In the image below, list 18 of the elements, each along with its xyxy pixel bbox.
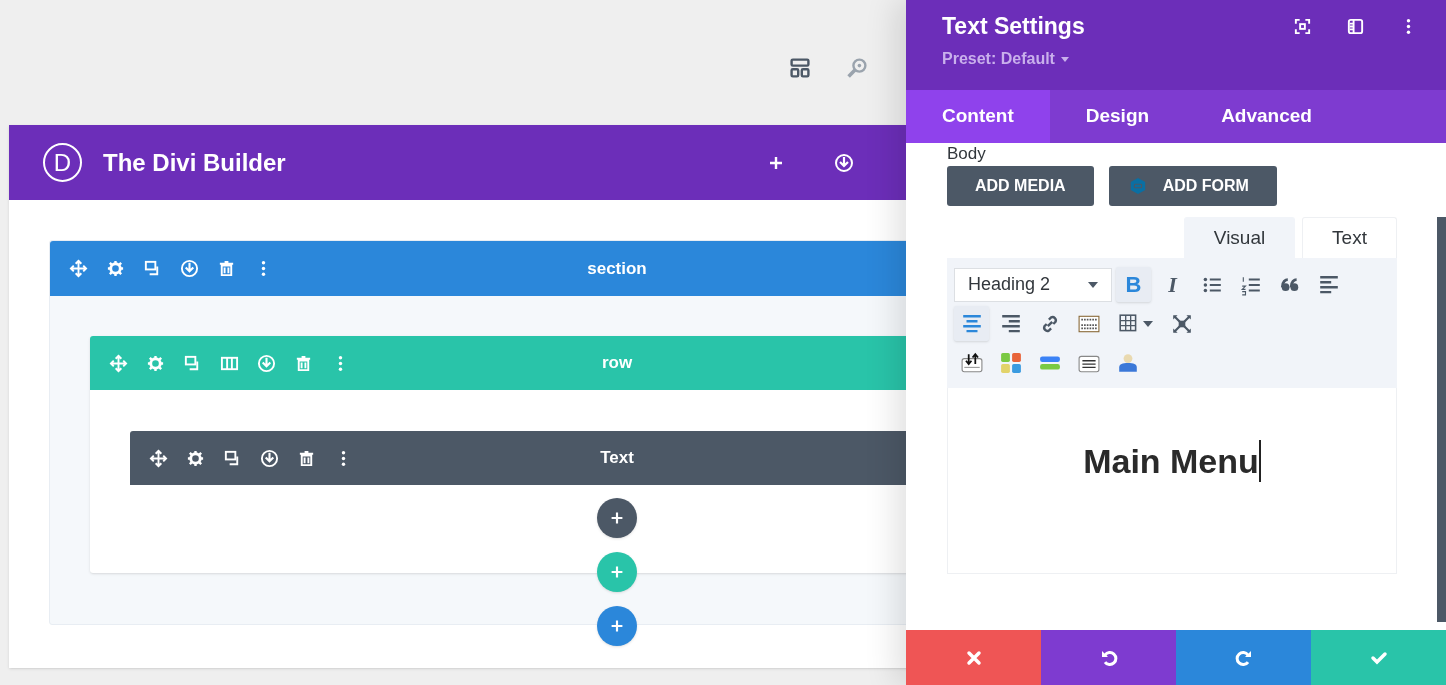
logo-icon: D [43, 143, 82, 182]
builder-title: The Divi Builder [103, 147, 286, 178]
heading-text: Main Menu [1083, 440, 1261, 482]
editor-content[interactable]: Main Menu [947, 388, 1397, 574]
add-media-button[interactable]: ADD MEDIA [947, 166, 1094, 206]
body-label: Body [947, 143, 986, 164]
settings-tab[interactable]: Advanced [1185, 90, 1348, 143]
format-select[interactable]: Heading 2 [954, 267, 1112, 302]
editor-tab[interactable]: Text [1302, 217, 1397, 258]
module-bar-label: Text [600, 447, 634, 470]
settings-tab[interactable]: Content [906, 90, 1050, 143]
section-bar-label: section [587, 257, 647, 280]
modal-title: Text Settings [942, 12, 1085, 41]
preset-dropdown[interactable]: Preset: Default [942, 47, 1085, 71]
add-form-button[interactable]: ADD FORM [1108, 166, 1277, 206]
row-bar-label: row [601, 352, 633, 375]
settings-tab[interactable]: Design [1049, 90, 1186, 143]
editor-tab[interactable]: Visual [1184, 217, 1295, 258]
